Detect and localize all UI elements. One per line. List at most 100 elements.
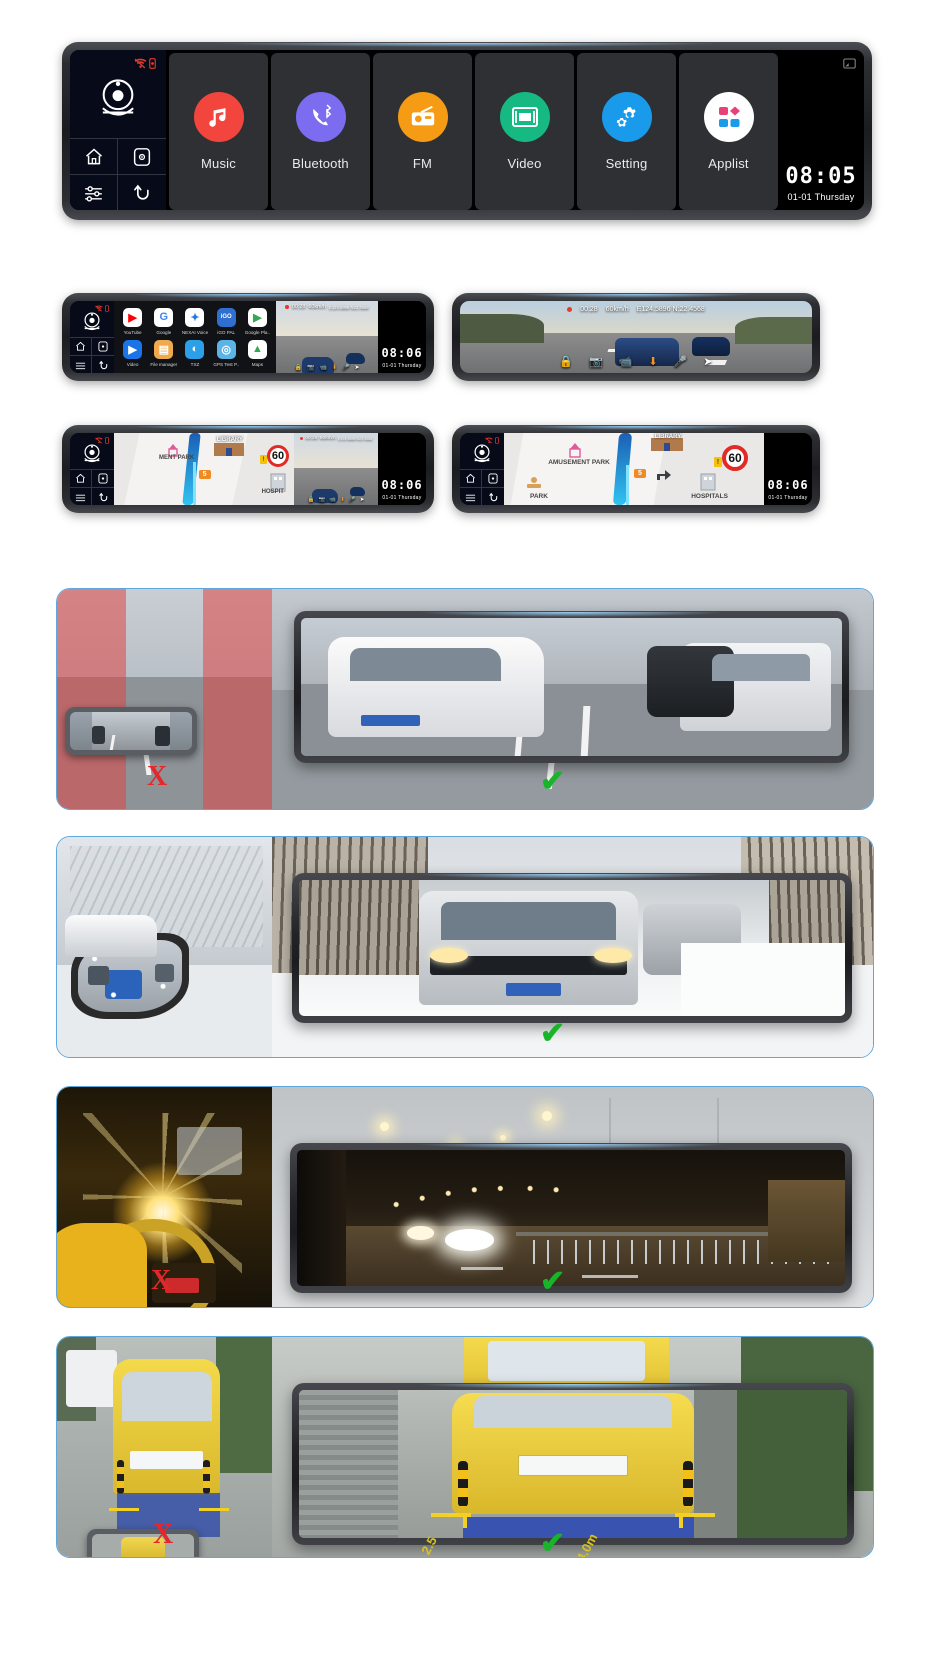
park-bench-icon <box>526 477 541 489</box>
home-icon[interactable] <box>70 139 118 175</box>
video-icon[interactable]: 📹 <box>319 364 326 371</box>
comparison-good-reverse: 2.5 4.0m ✔ <box>272 1337 873 1557</box>
app-tile-music[interactable]: Music <box>169 53 268 210</box>
rec-time: 00:28 <box>305 436 318 441</box>
mini-app-nexai-voice[interactable]: ✦ NEXAI Voice <box>180 306 209 336</box>
download-icon[interactable]: ⬇ <box>332 364 337 371</box>
record-indicator <box>299 437 303 440</box>
applist-rail <box>70 301 114 373</box>
hero-screen: Music Bluetooth FM Video Setting Applist… <box>70 50 864 210</box>
next-icon[interactable]: ➤ <box>360 497 365 503</box>
camera-tools: 🔒 📷 📹 ⬇ 🎤 ➤ <box>460 355 812 368</box>
music-note-icon <box>193 92 244 142</box>
comparison-panel-reverse-parking: X 2.5 4.0m ✔ <box>56 1336 874 1558</box>
lock-icon[interactable]: 🔒 <box>559 355 573 368</box>
download-icon[interactable]: ⬇ <box>340 497 345 503</box>
mini-app-maps[interactable]: ▲ Maps <box>243 338 272 368</box>
wide-mirror-view <box>299 880 845 1016</box>
status-icons <box>134 58 156 69</box>
mini-app-gps-test[interactable]: ◎ GPS Test P.. <box>212 338 241 368</box>
speed-limit-sign: 60 <box>267 445 289 467</box>
nav-right-rail <box>460 433 504 505</box>
hero-rail-buttons <box>70 138 166 210</box>
parking-bollard-right <box>203 1460 211 1495</box>
mini-app-video[interactable]: ▶ Video <box>118 338 147 368</box>
mic-icon[interactable]: 🎤 <box>674 355 688 368</box>
mic-icon[interactable]: 🎤 <box>342 364 349 371</box>
screenshot-icon[interactable] <box>482 470 504 488</box>
mini-app-txz[interactable]: ◐ TXZ <box>180 338 209 368</box>
mini-app-label: File manager <box>150 361 178 367</box>
nav-right-map[interactable]: AMUSEMENT PARK PARK LIBRARY HOSPITALS 5 … <box>504 433 764 505</box>
mini-app-google-play[interactable]: ▶ Google Pla.. <box>243 306 272 336</box>
hero-clock-panel: 08:05 01-01 Thursday <box>778 50 864 210</box>
video-icon: ▶ <box>123 339 143 359</box>
app-label: Applist <box>708 156 749 171</box>
screenshot-icon[interactable] <box>92 338 114 356</box>
camera-icon[interactable]: 📷 <box>589 355 603 368</box>
sliders-icon[interactable] <box>70 356 92 373</box>
nexai-voice-icon: ✦ <box>185 307 205 327</box>
lock-icon[interactable]: 🔒 <box>295 364 302 371</box>
screen-cast-icon[interactable] <box>843 58 856 69</box>
app-tile-video[interactable]: Video <box>475 53 574 210</box>
wide-mirror-device <box>292 1383 854 1545</box>
snowy-car-front <box>65 915 157 957</box>
standard-mirror <box>87 1529 199 1557</box>
standard-mirror <box>65 707 197 755</box>
video-icon[interactable]: 📹 <box>619 355 633 368</box>
coords: E124.5896 N22.4568 <box>338 436 373 441</box>
screenshot-icon[interactable] <box>92 470 114 488</box>
hospital-building-icon <box>700 473 716 491</box>
mini-app-google[interactable]: G Google <box>149 306 178 336</box>
mini-app-label: Video <box>126 361 139 367</box>
recording-osd: 00:28 60km/h E124.5896 N:22.4568 <box>460 306 812 313</box>
nav-left-map[interactable]: MENT PARK LIBRARY HOSPIT 5 60 ! <box>114 433 294 505</box>
back-arrow-icon[interactable] <box>482 488 504 505</box>
back-arrow-icon[interactable] <box>118 175 166 210</box>
app-tile-applist[interactable]: Applist <box>679 53 778 210</box>
exit-number-badge: 5 <box>198 470 211 480</box>
dashcam-logo-icon <box>91 60 145 138</box>
comparison-good-snow: ✔ <box>272 837 873 1057</box>
home-icon[interactable] <box>70 338 92 356</box>
speed-alert-icon: ! <box>714 457 722 467</box>
speed: 60km/h <box>319 436 336 441</box>
home-icon[interactable] <box>460 470 482 488</box>
mini-device-navigation-right: AMUSEMENT PARK PARK LIBRARY HOSPITALS 5 … <box>452 425 820 513</box>
download-icon[interactable]: ⬇ <box>648 355 657 368</box>
applist-clock-panel: 08:06 01-01 Thursday <box>378 301 426 373</box>
back-arrow-icon[interactable] <box>92 488 114 505</box>
wide-mirror-device <box>290 1143 852 1293</box>
app-tile-bluetooth[interactable]: Bluetooth <box>271 53 370 210</box>
camera-icon[interactable]: 📷 <box>319 497 326 503</box>
parking-bollard-left <box>457 1461 468 1508</box>
comparison-panel-night-glare: X ✔ <box>56 1086 874 1308</box>
app-tile-fm[interactable]: FM <box>373 53 472 210</box>
camera-tools: 🔒 📷 📹 ⬇ 🎤 ➤ <box>294 497 378 503</box>
map-label-park: PARK <box>530 492 548 500</box>
next-icon[interactable]: ➤ <box>354 364 359 371</box>
wifi-off-icon <box>485 437 493 444</box>
sliders-icon[interactable] <box>70 175 118 210</box>
comparison-check-mark: ✔ <box>540 765 566 798</box>
back-arrow-icon[interactable] <box>92 356 114 373</box>
mic-icon[interactable]: 🎤 <box>349 497 356 503</box>
sliders-icon[interactable] <box>70 488 92 505</box>
next-icon[interactable]: ➤ <box>703 355 712 368</box>
camera-icon[interactable]: 📷 <box>307 364 314 371</box>
google-play-icon: ▶ <box>247 307 267 327</box>
app-tile-setting[interactable]: Setting <box>577 53 676 210</box>
mini-app-igo-pal[interactable]: iGO iGO PAL <box>212 306 241 336</box>
video-icon[interactable]: 📹 <box>329 497 336 503</box>
mini-app-file-manager[interactable]: ▤ File manager <box>149 338 178 368</box>
lock-icon[interactable]: 🔒 <box>308 497 315 503</box>
gps-test-icon: ◎ <box>216 339 236 359</box>
app-label: Setting <box>605 156 648 171</box>
mini-app-youtube[interactable]: ▶ YouTube <box>118 306 147 336</box>
screenshot-icon[interactable] <box>118 139 166 175</box>
sliders-icon[interactable] <box>460 488 482 505</box>
headlight-right <box>593 948 633 963</box>
wifi-off-icon <box>95 437 103 444</box>
home-icon[interactable] <box>70 470 92 488</box>
